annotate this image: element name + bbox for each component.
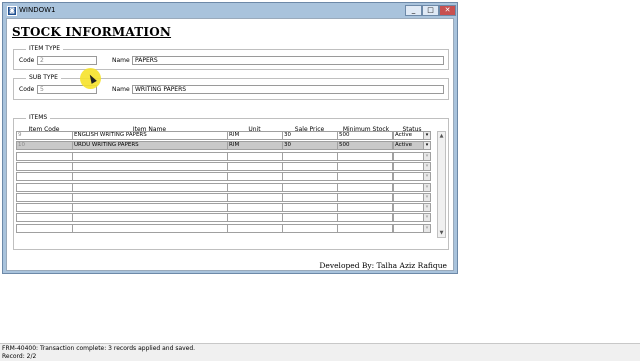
unit-cell[interactable]	[227, 203, 283, 213]
item-name-cell[interactable]	[72, 223, 228, 233]
chevron-down-icon[interactable]: ▾	[423, 162, 430, 170]
minimum-stock-cell[interactable]: 500	[337, 141, 393, 151]
minimum-stock-cell[interactable]	[337, 182, 393, 192]
unit-cell[interactable]	[227, 172, 283, 182]
item-name-cell[interactable]	[72, 172, 228, 182]
sale-price-cell[interactable]	[282, 223, 338, 233]
status-select[interactable]: ▾	[393, 172, 431, 182]
title-bar: ◙ WINDOW1 _ □ ✕	[3, 3, 457, 18]
window-title: WINDOW1	[19, 6, 56, 14]
unit-cell[interactable]: RIM	[227, 141, 283, 151]
status-bar: FRM-40400: Transaction complete: 3 recor…	[0, 343, 640, 361]
item-code-cell[interactable]	[16, 182, 73, 192]
status-select[interactable]: ▾	[393, 223, 431, 233]
item-type-name-label: Name	[112, 57, 130, 64]
chevron-down-icon[interactable]: ▾	[423, 152, 430, 160]
status-value: Active	[395, 142, 413, 149]
sub-type-name-label: Name	[112, 86, 130, 93]
sale-price-cell[interactable]	[282, 161, 338, 171]
main-window: ◙ WINDOW1 _ □ ✕ STOCK INFORMATION ITEM T…	[2, 2, 458, 274]
item-code-cell[interactable]	[16, 161, 73, 171]
unit-cell[interactable]	[227, 161, 283, 171]
items-legend: ITEMS	[26, 114, 51, 121]
sub-type-legend: SUB TYPE	[26, 74, 61, 81]
item-type-name-field[interactable]: PAPERS	[132, 56, 444, 65]
unit-cell[interactable]	[227, 192, 283, 202]
close-button[interactable]: ✕	[439, 5, 456, 16]
sale-price-cell[interactable]	[282, 203, 338, 213]
item-name-cell[interactable]	[72, 161, 228, 171]
chevron-down-icon[interactable]: ▾	[423, 214, 430, 222]
item-code-cell[interactable]	[16, 213, 73, 223]
item-name-cell[interactable]	[72, 192, 228, 202]
chevron-down-icon[interactable]: ▾	[423, 173, 430, 181]
sale-price-cell[interactable]	[282, 213, 338, 223]
item-name-cell[interactable]	[72, 151, 228, 161]
chevron-down-icon[interactable]: ▾	[423, 132, 430, 139]
minimize-button[interactable]: _	[405, 5, 422, 16]
minimum-stock-cell[interactable]	[337, 161, 393, 171]
chevron-down-icon[interactable]: ▾	[423, 183, 430, 191]
developer-credit: Developed By: Talha Aziz Rafique	[319, 261, 447, 270]
minimum-stock-cell[interactable]	[337, 213, 393, 223]
status-select[interactable]: ▾	[393, 192, 431, 202]
record-indicator: Record: 2/2	[2, 353, 37, 360]
item-code-cell[interactable]	[16, 151, 73, 161]
maximize-button[interactable]: □	[422, 5, 439, 16]
unit-cell[interactable]	[227, 182, 283, 192]
scroll-up-icon[interactable]: ▲	[438, 132, 445, 140]
status-message: FRM-40400: Transaction complete: 3 recor…	[2, 345, 196, 352]
item-code-cell[interactable]	[16, 223, 73, 233]
status-value: Active	[395, 132, 413, 138]
scroll-down-icon[interactable]: ▼	[438, 229, 445, 237]
item-type-code-field[interactable]: 2	[37, 56, 97, 65]
status-select[interactable]: ▾	[393, 151, 431, 161]
item-code-cell[interactable]: 10	[16, 141, 73, 151]
minimum-stock-cell[interactable]	[337, 192, 393, 202]
sale-price-cell[interactable]	[282, 172, 338, 182]
chevron-down-icon[interactable]: ▾	[423, 142, 430, 150]
status-select[interactable]: Active ▾	[393, 131, 431, 140]
minimum-stock-cell[interactable]: 500	[337, 131, 393, 140]
unit-cell[interactable]	[227, 213, 283, 223]
sub-type-code-label: Code	[19, 86, 35, 93]
unit-cell[interactable]	[227, 223, 283, 233]
item-code-cell[interactable]	[16, 172, 73, 182]
app-icon: ◙	[7, 6, 17, 16]
status-select[interactable]: ▾	[393, 161, 431, 171]
sale-price-cell[interactable]	[282, 182, 338, 192]
item-code-cell[interactable]	[16, 203, 73, 213]
chevron-down-icon[interactable]: ▾	[423, 193, 430, 201]
unit-cell[interactable]	[227, 151, 283, 161]
status-select[interactable]: ▾	[393, 182, 431, 192]
status-select[interactable]: ▾	[393, 203, 431, 213]
minimum-stock-cell[interactable]	[337, 151, 393, 161]
sale-price-cell[interactable]	[282, 192, 338, 202]
minimum-stock-cell[interactable]	[337, 223, 393, 233]
item-type-legend: ITEM TYPE	[26, 45, 64, 52]
item-name-cell[interactable]	[72, 182, 228, 192]
sale-price-cell[interactable]	[282, 151, 338, 161]
item-code-cell[interactable]: 9	[16, 131, 73, 140]
item-name-cell[interactable]	[72, 203, 228, 213]
status-select[interactable]: Active ▾	[393, 141, 431, 151]
minimum-stock-cell[interactable]	[337, 203, 393, 213]
chevron-down-icon[interactable]: ▾	[423, 224, 430, 232]
item-name-cell[interactable]: ENGLISH WRITING PAPERS	[72, 131, 228, 140]
chevron-down-icon[interactable]: ▾	[423, 204, 430, 212]
item-name-cell[interactable]: URDU WRITING PAPERS	[72, 141, 228, 151]
sale-price-cell[interactable]: 30	[282, 131, 338, 140]
minimum-stock-cell[interactable]	[337, 172, 393, 182]
form-canvas: STOCK INFORMATION ITEM TYPE Code 2 Name …	[6, 18, 454, 271]
page-title: STOCK INFORMATION	[12, 25, 172, 39]
status-select[interactable]: ▾	[393, 213, 431, 223]
sale-price-cell[interactable]: 30	[282, 141, 338, 151]
item-type-code-label: Code	[19, 57, 35, 64]
item-name-cell[interactable]	[72, 213, 228, 223]
grid-scrollbar[interactable]: ▲ ▼	[437, 131, 446, 238]
unit-cell[interactable]: RIM	[227, 131, 283, 140]
sub-type-name-field[interactable]: WRITING PAPERS	[132, 85, 444, 94]
item-code-cell[interactable]	[16, 192, 73, 202]
